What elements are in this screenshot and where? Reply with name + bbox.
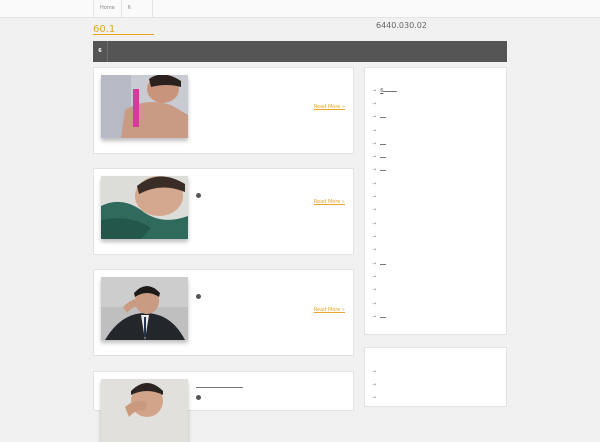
post-card: Read More » [93,168,354,255]
sidebar-item[interactable]: → [372,381,380,389]
sidebar-item[interactable]: → [372,100,380,108]
sidebar-item[interactable]: → [372,273,380,281]
post-card [93,371,354,442]
arrow-icon: → [372,221,377,227]
arrow-icon: → [372,128,377,134]
arrow-icon: → [372,369,377,375]
sidebar-item[interactable]: → [372,153,387,161]
sidebar-item[interactable]: → [372,220,380,228]
sidebar-item[interactable]: → [372,394,380,402]
arrow-icon: → [372,207,377,213]
sidebar-item[interactable]: → [372,260,387,268]
arrow-icon: → [372,395,377,401]
site-title-underline [93,34,154,35]
post-thumbnail[interactable] [101,379,188,442]
sidebar-item[interactable]: → [372,233,380,241]
post-thumbnail[interactable] [101,75,188,138]
list-bullet [196,193,201,198]
main-nav: 6 [93,41,507,62]
post-title-underline [196,387,243,388]
arrow-icon: → [372,101,377,107]
arrow-icon: → [372,287,377,293]
main-nav-item[interactable]: 6 [93,41,108,62]
sidebar-widget: → → → [364,347,507,407]
sidebar-item[interactable]: → [372,206,380,214]
read-more-link[interactable]: Read More » [314,199,345,205]
sidebar-item[interactable]: → [372,313,387,321]
sidebar-item[interactable]: → [372,127,380,135]
read-more-link[interactable]: Read More » [314,307,345,313]
sidebar-item[interactable]: → [372,113,387,121]
post-card: Read More » [93,269,354,356]
arrow-icon: → [372,247,377,253]
sidebar-item[interactable]: → 6 [372,87,398,95]
arrow-icon: → [372,167,377,173]
arrow-icon: → [372,181,377,187]
arrow-icon: → [372,141,377,147]
arrow-icon: → [372,274,377,280]
arrow-icon: → [372,194,377,200]
post-thumbnail[interactable] [101,176,188,239]
arrow-icon: → [372,314,377,320]
list-bullet [196,294,201,299]
read-more-link[interactable]: Read More » [314,104,345,110]
sidebar-item[interactable]: → [372,368,380,376]
sidebar-item[interactable]: → [372,193,380,201]
sidebar-item[interactable]: → [372,140,387,148]
sidebar-widget: → 6 → → → → → → → → → → → → → → → → → [364,67,507,335]
top-bar: Home 6 [0,0,600,18]
arrow-icon: → [372,114,377,120]
post-thumbnail[interactable] [101,277,188,340]
sidebar-item[interactable]: → [372,246,380,254]
arrow-icon: → [372,234,377,240]
arrow-icon: → [372,382,377,388]
sidebar-item[interactable]: → [372,300,380,308]
post-card: Read More » [93,67,354,154]
arrow-icon: → [372,301,377,307]
top-nav: Home 6 [93,0,153,17]
header-code: 6440.030.02 [376,21,427,30]
top-nav-home[interactable]: Home [94,0,122,17]
sidebar-item[interactable]: → [372,166,387,174]
arrow-icon: → [372,88,377,94]
top-nav-item[interactable]: 6 [122,0,153,17]
sidebar-item[interactable]: → [372,180,380,188]
list-bullet [196,395,201,400]
sidebar-item[interactable]: → [372,286,380,294]
arrow-icon: → [372,154,377,160]
arrow-icon: → [372,261,377,267]
